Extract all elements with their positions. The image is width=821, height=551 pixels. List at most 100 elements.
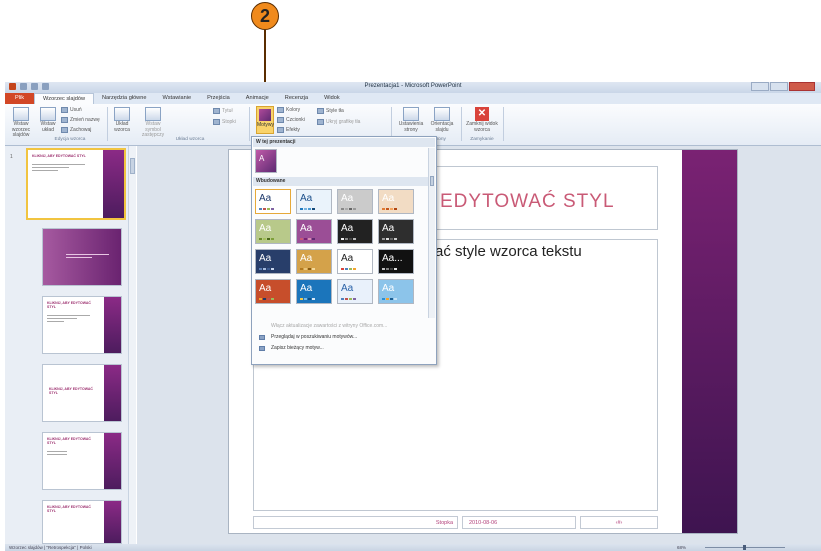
tab-view[interactable]: Widok xyxy=(316,93,348,104)
close-window-button[interactable] xyxy=(789,82,815,91)
slide-number-placeholder[interactable]: ‹#› xyxy=(580,516,658,529)
thumbnail-pane-scrollbar[interactable] xyxy=(128,146,136,544)
slide-orientation-button[interactable]: Orientacja slajdu xyxy=(427,107,457,133)
status-bar: Wzorzec slajdów | "Retrospekcja" | Polsk… xyxy=(5,544,821,551)
close-master-view-label: Zamknij widok wzorca xyxy=(466,121,498,133)
theme-color-swatches xyxy=(259,208,274,210)
thumbnail-accent-bar xyxy=(103,297,121,353)
close-icon: ✕ xyxy=(475,107,489,121)
theme-thumbnail[interactable]: Aa xyxy=(337,219,373,244)
tab-animations[interactable]: Animacje xyxy=(238,93,277,104)
zoom-slider-handle[interactable] xyxy=(743,545,746,550)
title-checkbox[interactable]: Tytuł xyxy=(213,108,233,114)
theme-thumbnail[interactable]: Aa xyxy=(255,249,291,274)
hide-background-checkbox[interactable]: Ukryj grafikę tła xyxy=(317,119,360,125)
rename-button[interactable]: Zmień nazwę xyxy=(61,117,100,123)
tab-transitions[interactable]: Przejścia xyxy=(199,93,238,104)
tab-home[interactable]: Narzędzia główne xyxy=(94,93,154,104)
orientation-icon xyxy=(434,107,450,121)
enable-office-updates-item[interactable]: Włącz aktualizacje zawartości z witryny … xyxy=(253,321,435,332)
tab-insert[interactable]: Wstawianie xyxy=(154,93,199,104)
background-styles-button[interactable]: Style tła xyxy=(317,108,344,114)
hide-background-label: Ukryj grafikę tła xyxy=(326,119,361,125)
thumbnail-layout-title[interactable] xyxy=(42,228,122,286)
delete-button[interactable]: Usuń xyxy=(61,107,82,113)
theme-sample-label: Aa xyxy=(300,193,313,204)
current-theme-thumbnail[interactable]: A xyxy=(255,149,277,173)
browse-themes-item[interactable]: Przeglądaj w poszukiwaniu motywów... xyxy=(253,332,435,343)
theme-sample-label: Aa xyxy=(382,223,395,234)
footers-checkbox[interactable]: Stopki xyxy=(213,119,236,125)
checkbox-icon xyxy=(317,119,324,125)
theme-color-swatches xyxy=(341,238,356,240)
section-built-in: Wbudowane xyxy=(253,177,435,186)
theme-thumbnail[interactable]: Aa xyxy=(296,219,332,244)
step-callout: 2 xyxy=(251,2,279,30)
gallery-scrollbar[interactable] xyxy=(428,148,435,318)
themes-button[interactable]: Motywy xyxy=(256,106,274,134)
insert-placeholder-button[interactable]: Wstaw symbol zastępczy xyxy=(137,107,169,139)
scrollbar-thumb[interactable] xyxy=(430,176,434,186)
insert-layout-label: Wstaw układ xyxy=(40,121,56,133)
theme-thumbnail[interactable]: Aa xyxy=(378,279,414,304)
maximize-button[interactable] xyxy=(770,82,788,91)
effects-button[interactable]: Efekty xyxy=(277,127,300,133)
theme-thumbnail[interactable]: Aa... xyxy=(378,249,414,274)
theme-thumbnail[interactable]: Aa xyxy=(337,249,373,274)
menu-item-label: Włącz aktualizacje zawartości z witryny … xyxy=(271,323,388,329)
slide-body-text[interactable]: ać style wzorca tekstu xyxy=(435,243,582,260)
close-master-view-button[interactable]: ✕ Zamknij widok wzorca xyxy=(465,107,499,133)
tab-file[interactable]: Plik xyxy=(5,93,35,104)
thumbnail-title: KLIKNIJ, ABY EDYTOWAĆ STYL xyxy=(32,154,86,158)
insert-layout-button[interactable]: Wstaw układ xyxy=(37,107,59,133)
theme-thumbnail[interactable]: Aa xyxy=(255,219,291,244)
theme-sample-label: Aa xyxy=(341,283,354,294)
status-language[interactable]: Polski xyxy=(80,545,92,550)
page-setup-label: Ustawienia strony xyxy=(398,121,424,133)
theme-thumbnail[interactable]: Aa xyxy=(378,189,414,214)
theme-color-swatches xyxy=(300,208,315,210)
date-placeholder[interactable]: 2010-08-06 xyxy=(462,516,576,529)
master-layout-button[interactable]: Układ wzorca xyxy=(111,107,133,133)
theme-sample-label: Aa xyxy=(341,193,354,204)
thumbnail-slide-master[interactable]: KLIKNIJ, ABY EDYTOWAĆ STYL xyxy=(26,148,126,220)
themes-gallery-dropdown: W tej prezentacji A Wbudowane Aa Aa Aa Aa Aa… xyxy=(251,136,437,365)
group-separator xyxy=(249,107,250,141)
footers-checkbox-label: Stopki xyxy=(222,119,236,125)
rename-icon xyxy=(61,117,68,123)
theme-thumbnail[interactable]: Aa xyxy=(337,189,373,214)
theme-thumbnail[interactable]: Aa xyxy=(296,249,332,274)
thumbnail-layout-section[interactable]: KLIKNIJ, ABY EDYTOWAĆ STYL xyxy=(42,364,122,422)
theme-thumbnail[interactable]: Aa xyxy=(337,279,373,304)
tab-slide-master[interactable]: Wzorzec slajdów xyxy=(34,93,94,104)
fonts-button[interactable]: Czcionki xyxy=(277,117,305,123)
theme-thumbnail[interactable]: Aa xyxy=(255,189,291,214)
thumbnail-layout-two-content[interactable]: KLIKNIJ, ABY EDYTOWAĆ STYL xyxy=(42,432,122,490)
status-theme: Retrospekcja xyxy=(48,545,75,550)
insert-slide-master-button[interactable]: Wstaw wzorzec slajdów xyxy=(7,107,35,139)
scrollbar-thumb[interactable] xyxy=(130,158,135,174)
menu-item-label: Przeglądaj w poszukiwaniu motywów... xyxy=(271,334,358,340)
thumbnail-accent-bar xyxy=(103,501,121,543)
theme-sample-label: Aa xyxy=(259,283,272,294)
page-setup-button[interactable]: Ustawienia strony xyxy=(397,107,425,133)
minimize-button[interactable] xyxy=(751,82,769,91)
slide-title-text[interactable]: EDYTOWAĆ STYL xyxy=(440,191,615,213)
footer-placeholder[interactable]: Stopka xyxy=(253,516,458,529)
thumbnail-layout-comparison[interactable]: KLIKNIJ, ABY EDYTOWAĆ STYL xyxy=(42,500,122,544)
theme-thumbnail[interactable]: Aa xyxy=(296,279,332,304)
theme-thumbnail[interactable]: Aa xyxy=(378,219,414,244)
colors-button[interactable]: Kolory xyxy=(277,107,300,113)
theme-sample-label: Aa xyxy=(300,253,313,264)
themes-icon xyxy=(259,109,271,121)
section-current-presentation: W tej prezentacji xyxy=(253,138,435,147)
group-separator xyxy=(503,107,504,141)
theme-thumbnail[interactable]: Aa xyxy=(296,189,332,214)
preserve-button[interactable]: Zachowaj xyxy=(61,127,91,133)
zoom-level[interactable]: 68% xyxy=(677,544,686,551)
theme-thumbnail[interactable]: Aa xyxy=(255,279,291,304)
thumbnail-layout-content[interactable]: KLIKNIJ, ABY EDYTOWAĆ STYL xyxy=(42,296,122,354)
save-current-theme-item[interactable]: Zapisz bieżący motyw... xyxy=(253,343,435,354)
preserve-icon xyxy=(61,127,68,133)
tab-review[interactable]: Recenzja xyxy=(277,93,316,104)
